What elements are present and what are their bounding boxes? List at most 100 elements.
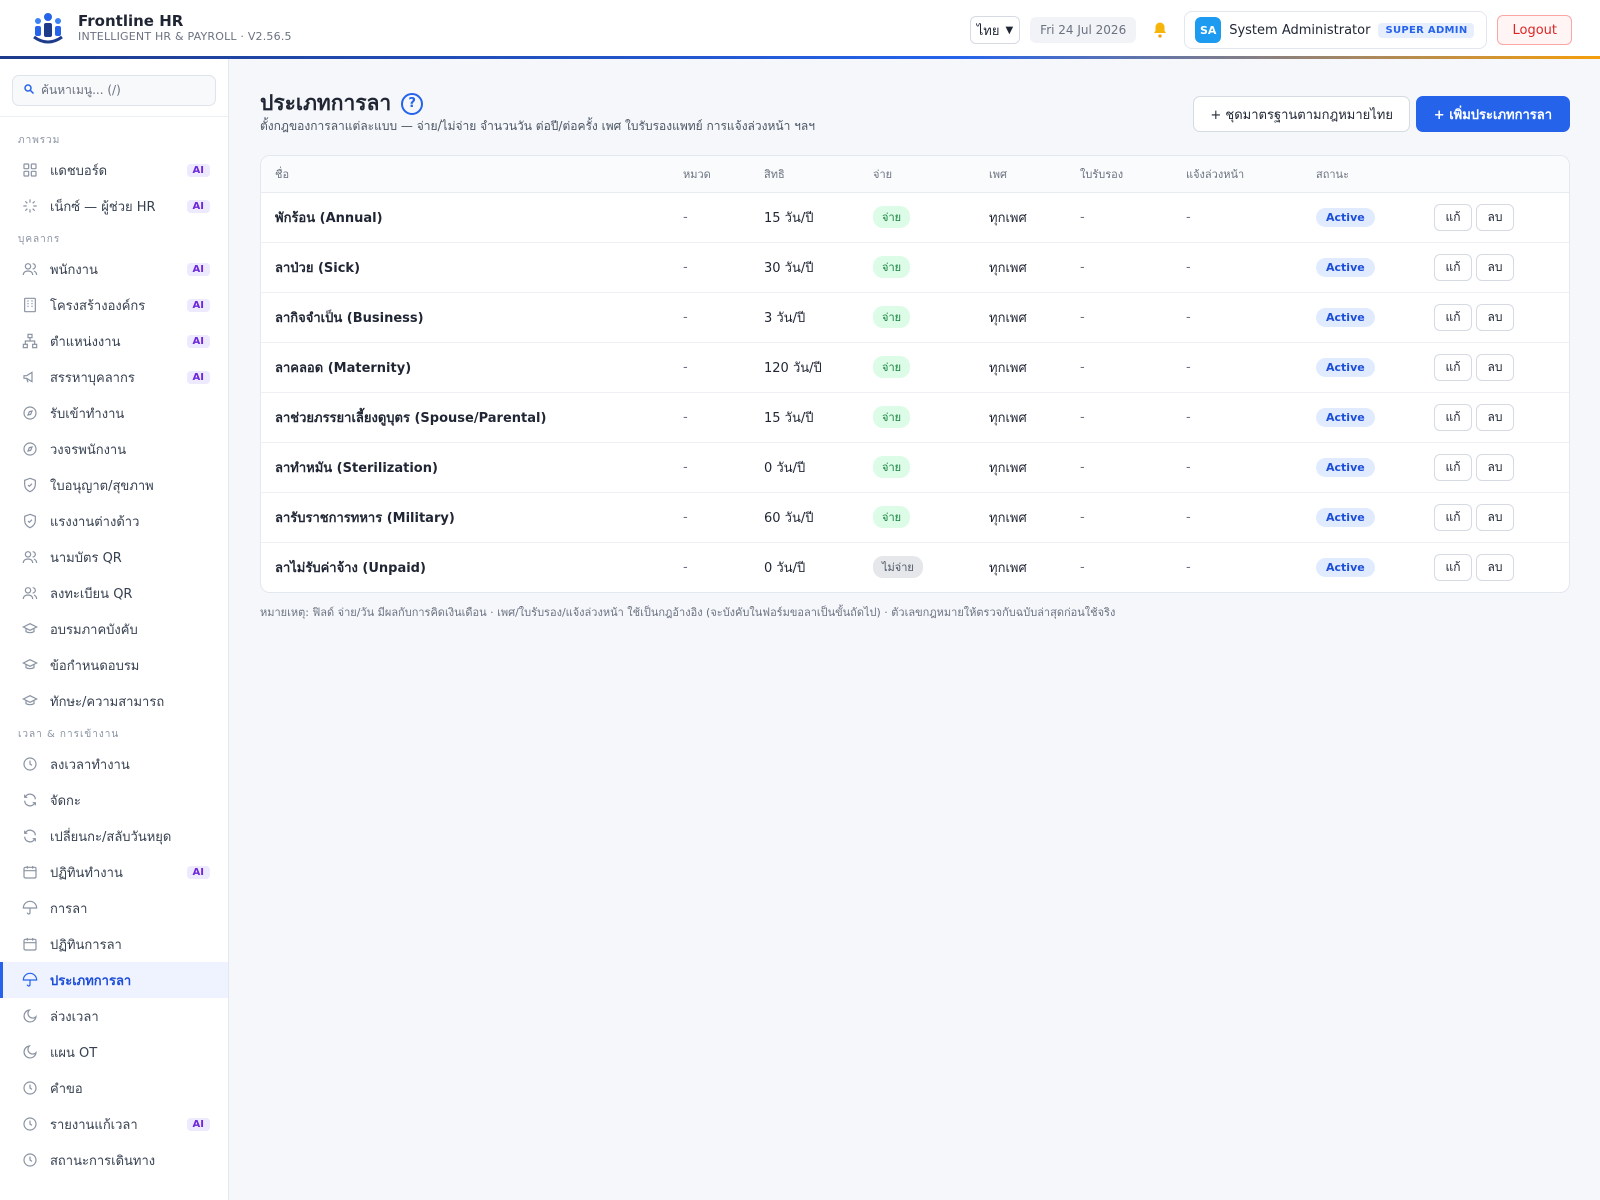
- page-subtitle: ตั้งกฎของการลาแต่ละแบบ — จ่าย/ไม่จ่าย จำ…: [260, 119, 816, 133]
- sidebar-item-label: แผน OT: [50, 1045, 98, 1061]
- sidebar-item[interactable]: ตำแหน่งงาน AI: [0, 323, 228, 359]
- sidebar-item[interactable]: แดชบอร์ด AI: [0, 152, 228, 188]
- sidebar-item-label: การลา: [50, 901, 88, 917]
- column-header: เพศ: [975, 156, 1066, 193]
- edit-button[interactable]: แก้: [1434, 253, 1472, 281]
- calendar-icon: [22, 864, 38, 880]
- leave-gender: ทุกเพศ: [975, 242, 1066, 293]
- sidebar-item[interactable]: ลงเวลาทำงาน: [0, 746, 228, 782]
- paid-badge: จ่าย: [873, 206, 911, 228]
- edit-button[interactable]: แก้: [1434, 353, 1472, 381]
- sidebar-item[interactable]: พนักงาน AI: [0, 251, 228, 287]
- leave-entitlement: 30 วัน/ปี: [750, 242, 859, 293]
- sidebar-item[interactable]: ประเภทการลา: [0, 962, 228, 998]
- delete-button[interactable]: ลบ: [1476, 453, 1514, 481]
- footnote: หมายเหตุ: ฟิลด์ จ่าย/วัน มีผลกับการคิดเง…: [260, 606, 1116, 619]
- actions-cell: แก้ ลบ: [1420, 192, 1569, 243]
- sidebar-item[interactable]: แผน OT: [0, 1034, 228, 1070]
- edit-button[interactable]: แก้: [1434, 553, 1472, 581]
- sidebar-item[interactable]: ปฏิทินทำงาน AI: [0, 854, 228, 890]
- delete-button[interactable]: ลบ: [1476, 253, 1514, 281]
- language-select[interactable]: ไทย ▼: [969, 16, 1021, 44]
- sidebar-item[interactable]: สรรหาบุคลากร AI: [0, 359, 228, 395]
- building-icon: [22, 297, 38, 313]
- delete-button[interactable]: ลบ: [1476, 353, 1514, 381]
- clock-icon: [22, 1080, 38, 1096]
- table-row[interactable]: พักร้อน (Annual) -15 วัน/ปี จ่าย ทุกเพศ - - Ac…: [261, 192, 1569, 243]
- sidebar-item[interactable]: รายงานแก้เวลา AI: [0, 1106, 228, 1142]
- sidebar-item[interactable]: อบรมภาคบังคับ: [0, 611, 228, 647]
- sidebar-item[interactable]: โครงสร้างองค์กร AI: [0, 287, 228, 323]
- table-row[interactable]: ลาคลอด (Maternity) -120 วัน/ปี จ่าย ทุกเพศ -…: [261, 342, 1569, 393]
- search-placeholder: ค้นหาเมนู... (/): [41, 83, 121, 97]
- column-header: ชื่อ: [261, 156, 669, 193]
- sidebar-item[interactable]: นามบัตร QR: [0, 539, 228, 575]
- sidebar-item[interactable]: แรงงานต่างด้าว: [0, 503, 228, 539]
- brand[interactable]: Frontline HR INTELLIGENT HR & PAYROLL · …: [32, 11, 292, 45]
- add-leave-type-button[interactable]: + เพิ่มประเภทการลา: [1415, 96, 1570, 132]
- edit-button[interactable]: แก้: [1434, 303, 1472, 331]
- edit-button[interactable]: แก้: [1434, 453, 1472, 481]
- sidebar-item-label: ข้อกำหนดอบรม: [50, 658, 140, 674]
- leave-gender: ทุกเพศ: [989, 560, 1027, 576]
- help-icon[interactable]: ?: [401, 92, 424, 115]
- delete-button[interactable]: ลบ: [1476, 203, 1514, 231]
- paid-cell: จ่าย: [859, 392, 975, 443]
- sidebar-item[interactable]: เน็กซ์ — ผู้ช่วย HR AI: [0, 188, 228, 224]
- column-header: สิทธิ: [750, 156, 859, 193]
- sidebar-item[interactable]: การลา: [0, 890, 228, 926]
- sidebar-item[interactable]: วงจรพนักงาน: [0, 431, 228, 467]
- sidebar-item-label: ลงเวลาทำงาน: [50, 757, 130, 773]
- delete-button[interactable]: ลบ: [1476, 553, 1514, 581]
- leave-notice: -: [1172, 192, 1302, 243]
- sidebar-item[interactable]: คำขอ: [0, 1070, 228, 1106]
- delete-button[interactable]: ลบ: [1476, 503, 1514, 531]
- bell-icon[interactable]: [1146, 16, 1174, 44]
- sidebar-item[interactable]: ลงทะเบียน QR: [0, 575, 228, 611]
- sidebar-item-label: ประเภทการลา: [50, 973, 132, 989]
- actions-cell: แก้ ลบ: [1420, 442, 1569, 493]
- sidebar-item[interactable]: ทักษะ/ความสามารถ: [0, 683, 228, 719]
- user-menu[interactable]: SA System Administrator SUPER ADMIN: [1184, 11, 1488, 49]
- sidebar-item[interactable]: ปฏิทินการลา: [0, 926, 228, 962]
- page-title: ประเภทการลา ?: [260, 87, 424, 120]
- sidebar-item[interactable]: สถานะการเดินทาง: [0, 1142, 228, 1178]
- users-icon: [22, 585, 38, 601]
- delete-button[interactable]: ลบ: [1476, 403, 1514, 431]
- edit-button[interactable]: แก้: [1434, 403, 1472, 431]
- logout-button[interactable]: Logout: [1497, 15, 1572, 45]
- table-row[interactable]: ลาไม่รับค่าจ้าง (Unpaid) - 0 วัน/ปี ไม่จ่าย…: [261, 542, 1569, 592]
- leave-gender: ทุกเพศ: [975, 192, 1066, 243]
- table-row[interactable]: ลาทำหมัน (Sterilization) -0 วัน/ปี จ่าย ทุก…: [261, 442, 1569, 493]
- sidebar-item[interactable]: ใบอนุญาต/สุขภาพ: [0, 467, 228, 503]
- table-row[interactable]: ลากิจจำเป็น (Business) -3 วัน/ปี จ่าย ทุกเพ…: [261, 292, 1569, 343]
- leave-category: -: [669, 242, 750, 293]
- sidebar-item-label: รายงานแก้เวลา: [50, 1117, 138, 1133]
- leave-certificate: -: [1066, 242, 1172, 293]
- sidebar-item-label: แดชบอร์ด: [50, 163, 108, 179]
- delete-button[interactable]: ลบ: [1476, 303, 1514, 331]
- leave-entitlement: 60 วัน/ปี: [750, 492, 859, 543]
- compass-icon: [22, 441, 38, 457]
- sidebar-item-label: ทักษะ/ความสามารถ: [50, 694, 165, 710]
- table-row[interactable]: ลาป่วย (Sick) -30 วัน/ปี จ่าย ทุกเพศ - - Activ…: [261, 242, 1569, 293]
- leave-certificate: -: [1066, 492, 1172, 543]
- edit-button[interactable]: แก้: [1434, 503, 1472, 531]
- menu-search-input[interactable]: ค้นหาเมนู... (/): [12, 75, 216, 106]
- ai-badge: AI: [186, 163, 210, 177]
- thai-standard-set-button[interactable]: + ชุดมาตรฐานตามกฎหมายไทย: [1193, 96, 1410, 132]
- table-body: พักร้อน (Annual) -15 วัน/ปี จ่าย ทุกเพศ - - Ac…: [261, 192, 1569, 592]
- edit-button[interactable]: แก้: [1434, 203, 1472, 231]
- table-row[interactable]: ลารับราชการทหาร (Military) -60 วัน/ปี จ่าย…: [261, 492, 1569, 543]
- table-row[interactable]: ลาช่วยภรรยาเลี้ยงดูบุตร (Spouse/Parental…: [261, 392, 1569, 443]
- sidebar-item[interactable]: ข้อกำหนดอบรม: [0, 647, 228, 683]
- sidebar-item[interactable]: จัดกะ: [0, 782, 228, 818]
- sidebar-item[interactable]: ล่วงเวลา: [0, 998, 228, 1034]
- sidebar-item-label: ล่วงเวลา: [50, 1009, 99, 1025]
- status-cell: Active: [1302, 392, 1420, 443]
- sidebar-item[interactable]: เปลี่ยนกะ/สลับวันหยุด: [0, 818, 228, 854]
- sidebar-item[interactable]: รับเข้าทำงาน: [0, 395, 228, 431]
- leave-certificate: -: [1066, 442, 1172, 493]
- actions-cell: แก้ ลบ: [1420, 292, 1569, 343]
- sidebar-item-label: วงจรพนักงาน: [50, 442, 127, 458]
